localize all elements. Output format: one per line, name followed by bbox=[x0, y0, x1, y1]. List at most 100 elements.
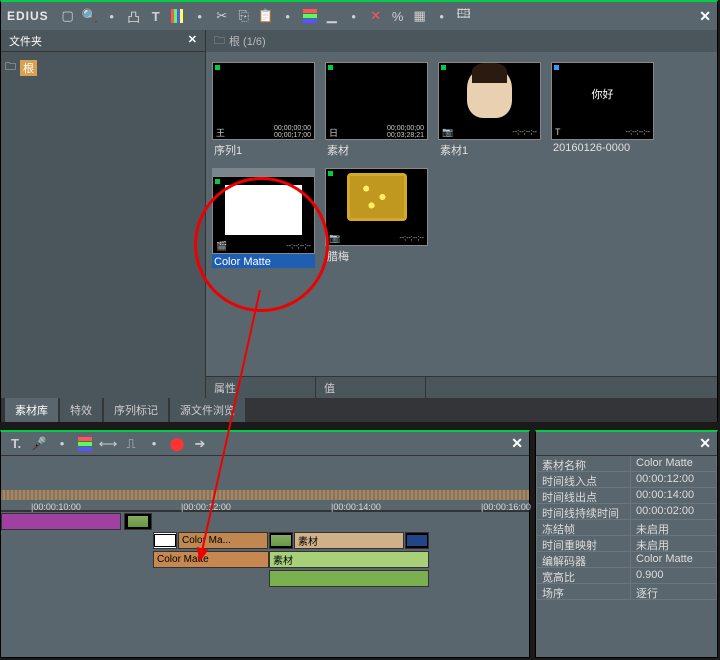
track-row[interactable] bbox=[1, 512, 529, 531]
track-row[interactable] bbox=[1, 569, 529, 588]
divider-icon: • bbox=[433, 7, 451, 25]
export-icon[interactable]: ➔ bbox=[191, 435, 209, 453]
bin-clip[interactable]: 王00;00;00;0000;00;17;00序列1 bbox=[212, 62, 315, 158]
cut-icon[interactable]: ✂ bbox=[213, 7, 231, 25]
prop-val-header: 值 bbox=[316, 377, 426, 398]
timeline-clip-thumb[interactable] bbox=[153, 532, 177, 549]
bin-clip[interactable]: 📷 --;--;--;-- 素材1 bbox=[438, 62, 541, 158]
timeline-tracks[interactable]: Color Ma... 素材 Color Matte 素材 bbox=[1, 512, 529, 588]
info-key: 编解码器 bbox=[536, 552, 631, 568]
info-row: 时间线出点00:00:14:00 bbox=[536, 488, 717, 504]
info-window: ✕ 素材名称Color Matte时间线入点00:00:12:00时间线出点00… bbox=[535, 430, 718, 658]
clip-thumbnail[interactable]: 王 00;00;00;0000;00;17;00 bbox=[212, 62, 315, 140]
sliders-icon[interactable]: ⎍ bbox=[122, 435, 140, 453]
title-icon[interactable]: T bbox=[147, 7, 165, 25]
clip-timecode: 00;00;00;0000;00;17;00 bbox=[274, 125, 311, 139]
track-row[interactable]: Color Matte 素材 bbox=[1, 550, 529, 569]
timeline-clip-thumb[interactable] bbox=[269, 532, 293, 549]
info-row: 宽高比0.900 bbox=[536, 568, 717, 584]
timeline-clip-colormatte[interactable]: Color Ma... bbox=[178, 532, 268, 549]
clip-type-icon: 日 bbox=[329, 126, 338, 139]
bin-clip[interactable]: 日00;00;00;0000;03;28;21素材 bbox=[325, 62, 428, 158]
clip-thumbnail[interactable]: 你好T--;--;--;-- bbox=[551, 62, 654, 140]
timeline-clip-material-audio[interactable]: 素材 bbox=[269, 551, 429, 568]
timeline-toolbar: T. 🎤 • ⟷ ⎍ • ⬤ ➔ ✕ bbox=[1, 432, 529, 456]
clip-label: 素材 bbox=[325, 140, 428, 158]
down-icon[interactable]: ▁ bbox=[323, 7, 341, 25]
folder-tree[interactable]: 🗀 根 bbox=[1, 52, 205, 83]
tab-library[interactable]: 素材库 bbox=[5, 398, 58, 422]
folder-pane: 文件夹 ✕ 🗀 根 bbox=[1, 30, 206, 398]
info-value: Color Matte bbox=[631, 552, 717, 568]
clip-label: Color Matte bbox=[212, 254, 315, 268]
timeline-clip-thumb[interactable] bbox=[124, 513, 152, 530]
clip-thumbnail[interactable]: 🎬--;--;--;-- bbox=[212, 176, 315, 254]
track-row[interactable]: Color Ma... 素材 bbox=[1, 531, 529, 550]
divider-icon: • bbox=[53, 435, 71, 453]
info-toolbar: ✕ bbox=[536, 432, 717, 456]
folder-icon: 🗀 bbox=[214, 32, 225, 51]
clip-thumbnail[interactable]: 📷 --;--;--;-- bbox=[325, 168, 428, 246]
close-icon[interactable]: ✕ bbox=[699, 435, 711, 452]
clip-label: 腊梅 bbox=[325, 246, 428, 264]
misc-icon[interactable]: % bbox=[389, 7, 407, 25]
ruler-tick: |00:00:10:00 bbox=[31, 502, 81, 512]
props-icon[interactable]: 🖽 bbox=[455, 7, 473, 25]
clip-grid[interactable]: 王00;00;00;0000;00;17;00序列1日00;00;00;0000… bbox=[206, 52, 717, 376]
copy-icon[interactable]: ⎘ bbox=[235, 7, 253, 25]
info-row: 场序逐行 bbox=[536, 584, 717, 600]
ripple-icon[interactable]: ⟷ bbox=[99, 435, 117, 453]
folder-icon: 🗀 bbox=[5, 58, 16, 77]
mic-icon[interactable]: 🎤 bbox=[30, 435, 48, 453]
search-icon[interactable]: 🔍 bbox=[81, 7, 99, 25]
info-value: 00:00:12:00 bbox=[631, 472, 717, 488]
clip-timecode: --;--;--;-- bbox=[513, 129, 537, 136]
bin-pane: 🗀 根 (1/6) 王00;00;00;0000;00;17;00序列1日00;… bbox=[206, 30, 717, 398]
bin-header: 🗀 根 (1/6) bbox=[206, 30, 717, 52]
info-value: 未启用 bbox=[631, 520, 717, 536]
timeline-clip-purple[interactable] bbox=[1, 513, 121, 530]
bin-clip[interactable]: 🎬--;--;--;--Color Matte bbox=[212, 168, 315, 268]
folder-icon[interactable]: ▢ bbox=[59, 7, 77, 25]
text-tool-icon[interactable]: T. bbox=[7, 435, 25, 453]
pane-close-icon[interactable]: ✕ bbox=[188, 33, 197, 48]
timeline-clip-colormatte-audio[interactable]: Color Matte bbox=[153, 551, 269, 568]
clip-timecode: --;--;--;-- bbox=[287, 243, 311, 250]
colorbar-icon[interactable] bbox=[169, 7, 187, 25]
clip-timecode: --;--;--;-- bbox=[400, 235, 424, 242]
info-row: 冻结帧未启用 bbox=[536, 520, 717, 536]
clip-type-icon: 王 bbox=[216, 126, 225, 139]
colorbar2-icon[interactable] bbox=[301, 7, 319, 25]
tab-browser[interactable]: 源文件浏览 bbox=[170, 398, 245, 422]
bin-clip[interactable]: 你好T--;--;--;--20160126-0000 bbox=[551, 62, 654, 158]
colorbar-icon[interactable] bbox=[76, 435, 94, 453]
new-seq-icon[interactable]: 凸 bbox=[125, 7, 143, 25]
tab-markers[interactable]: 序列标记 bbox=[104, 398, 168, 422]
view-icon[interactable]: ▦ bbox=[411, 7, 429, 25]
record-icon[interactable]: ⬤ bbox=[168, 435, 186, 453]
bin-clip[interactable]: 📷 --;--;--;-- 腊梅 bbox=[325, 168, 428, 268]
info-value: 0.900 bbox=[631, 568, 717, 584]
clip-thumbnail[interactable]: 日00;00;00;0000;03;28;21 bbox=[325, 62, 428, 140]
info-value: 00:00:14:00 bbox=[631, 488, 717, 504]
close-icon[interactable]: ✕ bbox=[699, 8, 711, 25]
timeline-ruler[interactable]: |00:00:10:00|00:00:12:00|00:00:14:00|00:… bbox=[1, 456, 529, 512]
timeline-clip-thumb[interactable] bbox=[405, 532, 429, 549]
info-row: 时间重映射未启用 bbox=[536, 536, 717, 552]
info-key: 时间线入点 bbox=[536, 472, 631, 488]
timeline-clip-audio[interactable] bbox=[269, 570, 429, 587]
clip-type-icon: 📷 bbox=[442, 127, 453, 138]
clip-type-icon: 📷 bbox=[329, 233, 340, 244]
info-row: 时间线持续时间00:00:02:00 bbox=[536, 504, 717, 520]
timeline-clip-material[interactable]: 素材 bbox=[294, 532, 404, 549]
paste-icon[interactable]: 📋 bbox=[257, 7, 275, 25]
clip-thumbnail[interactable]: 📷 --;--;--;-- bbox=[438, 62, 541, 140]
info-key: 时间线持续时间 bbox=[536, 504, 631, 520]
clip-timecode: --;--;--;-- bbox=[626, 129, 650, 136]
tab-effects[interactable]: 特效 bbox=[60, 398, 102, 422]
folder-root[interactable]: 🗀 根 bbox=[5, 58, 201, 77]
clip-label: 素材1 bbox=[438, 140, 541, 158]
close-icon[interactable]: ✕ bbox=[511, 435, 523, 452]
bottom-tabs: 素材库 特效 序列标记 源文件浏览 bbox=[1, 398, 717, 422]
delete-icon[interactable]: ✕ bbox=[367, 7, 385, 25]
